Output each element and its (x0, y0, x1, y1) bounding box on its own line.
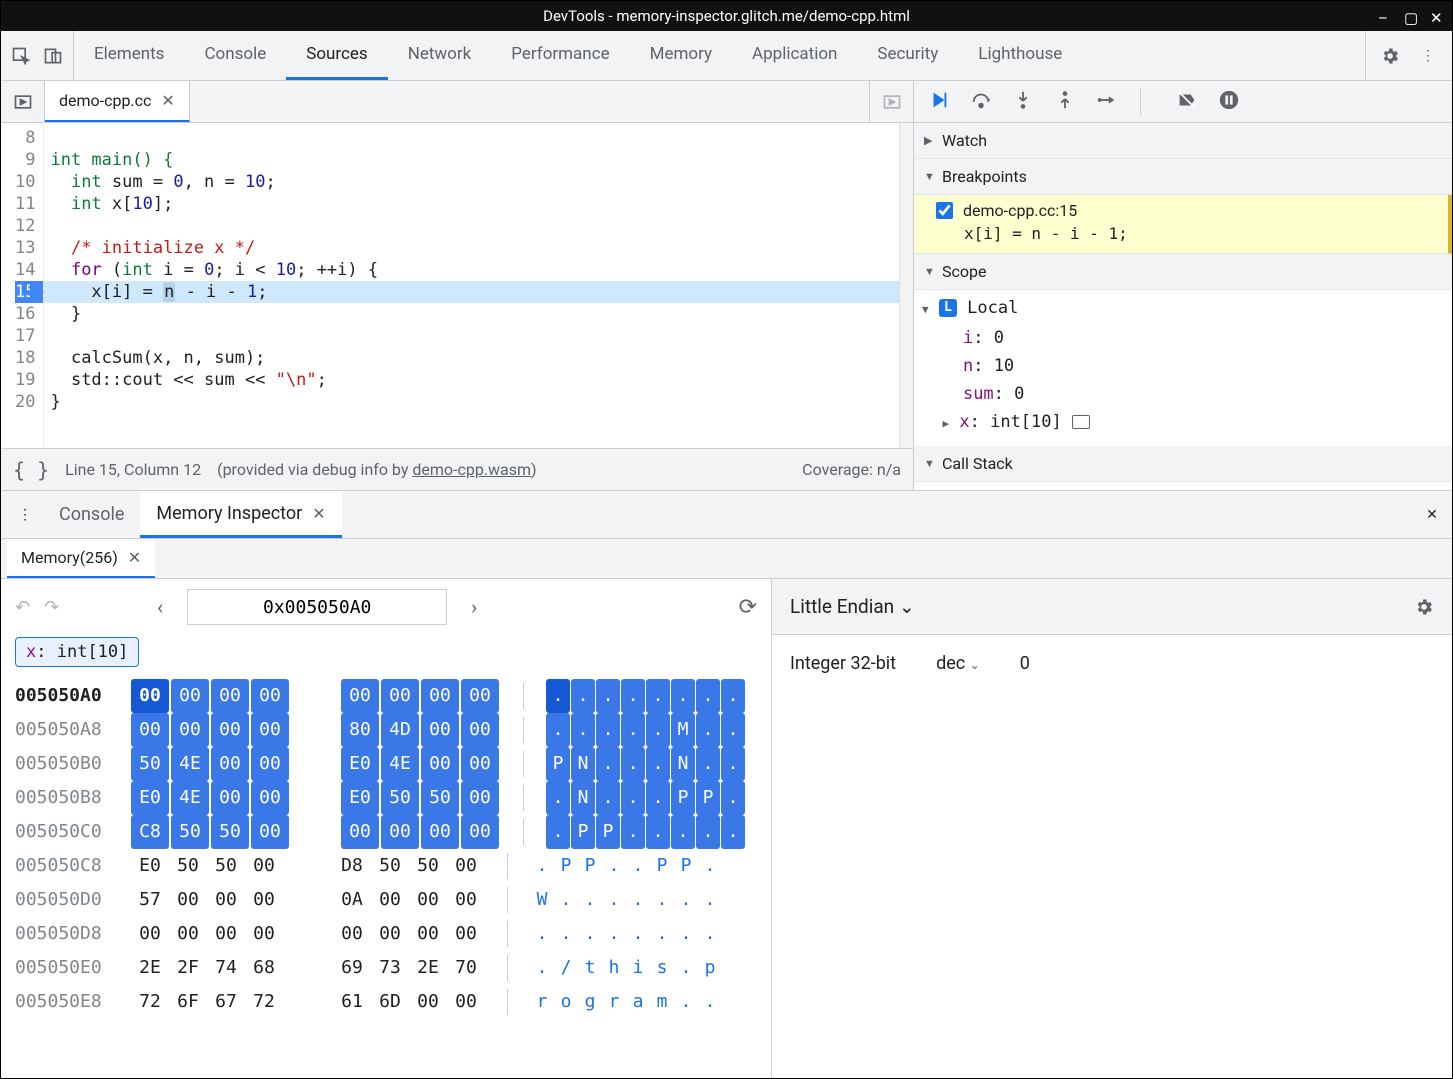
addr-next-icon[interactable]: › (461, 595, 487, 619)
deactivate-breakpoints-icon[interactable] (1176, 89, 1198, 115)
drawer-tab-console[interactable]: Console (43, 491, 140, 538)
panel-tab-console[interactable]: Console (184, 31, 286, 80)
panel-tab-sources[interactable]: Sources (286, 31, 387, 80)
panel-tab-application[interactable]: Application (732, 31, 857, 80)
memory-tabbar: Memory(256) ✕ (1, 539, 1452, 579)
close-tab-icon[interactable]: ✕ (312, 504, 325, 523)
panel-tab-performance[interactable]: Performance (491, 31, 629, 80)
address-input[interactable] (187, 589, 447, 625)
hex-row[interactable]: 005050A800000000804D0000.....M.. (15, 713, 757, 747)
settings-gear-icon[interactable] (1380, 46, 1400, 66)
hex-row[interactable]: 005050C8E0505000D8505000.PP..PP. (15, 849, 757, 883)
interpreted-value: 0 (1020, 653, 1030, 674)
reveal-in-memory-icon[interactable] (1072, 415, 1090, 429)
more-menu-icon[interactable]: ⋮ (1418, 46, 1438, 66)
breakpoint-checkbox[interactable] (936, 202, 953, 219)
step-into-icon[interactable] (1012, 89, 1034, 115)
refresh-icon[interactable]: ⟳ (739, 595, 757, 620)
window-minimize-icon[interactable]: – (1378, 9, 1392, 23)
scope-local: ▼ L Local i: 0 n: 10 sum: 0 ▶ x: int[10] (914, 290, 1452, 446)
section-breakpoints[interactable]: ▼Breakpoints (914, 159, 1452, 195)
file-tab-label: demo-cpp.cc (59, 91, 151, 110)
history-fwd-icon[interactable]: ↷ (44, 597, 59, 618)
panel-tab-memory[interactable]: Memory (630, 31, 732, 80)
run-snippet-icon[interactable] (869, 81, 913, 122)
step-over-icon[interactable] (970, 89, 992, 115)
file-tab-demo-cpp[interactable]: demo-cpp.cc ✕ (45, 81, 190, 122)
source-editor[interactable]: 891011121314151617181920 int main() { in… (1, 123, 913, 448)
window-maximize-icon[interactable]: ▢ (1404, 9, 1418, 23)
value-interpreter-header: Little Endian ⌄ (772, 579, 1452, 635)
inspect-element-icon[interactable] (11, 46, 31, 66)
hex-row[interactable]: 005050C0C850500000000000.PP..... (15, 815, 757, 849)
hex-viewer[interactable]: 005050A00000000000000000........005050A8… (1, 679, 771, 1033)
hex-row[interactable]: 005050A00000000000000000........ (15, 679, 757, 713)
int-type-label: Integer 32-bit (790, 653, 896, 674)
panel-tab-lighthouse[interactable]: Lighthouse (958, 31, 1082, 80)
hex-row[interactable]: 005050D0570000000A000000W....... (15, 883, 757, 917)
addr-prev-icon[interactable]: ‹ (147, 595, 173, 619)
code-content: int main() { int sum = 0, n = 10; int x[… (44, 123, 899, 448)
breakpoint-code: x[i] = n - i - 1; (936, 220, 1438, 243)
device-toolbar-icon[interactable] (43, 46, 63, 66)
navigator-toggle-icon[interactable] (1, 81, 45, 122)
drawer-menu-icon[interactable]: ⋮ (7, 491, 43, 538)
cursor-position: Line 15, Column 12 (65, 460, 201, 479)
panel-tab-elements[interactable]: Elements (74, 31, 184, 80)
section-callstack[interactable]: ▼Call Stack (914, 446, 1452, 482)
coverage-status: Coverage: n/a (802, 460, 901, 479)
drawer-tab-memory-inspector[interactable]: Memory Inspector✕ (140, 491, 341, 538)
pretty-print-icon[interactable]: { } (13, 458, 49, 482)
hex-row[interactable]: 005050E02E2F746869732E70./this.p (15, 951, 757, 985)
wasm-link[interactable]: demo-cpp.wasm (412, 460, 531, 479)
pause-exceptions-icon[interactable] (1218, 89, 1240, 115)
window-title: DevTools - memory-inspector.glitch.me/de… (543, 7, 910, 25)
close-drawer-icon[interactable]: ✕ (1412, 491, 1452, 538)
step-icon[interactable] (1096, 89, 1118, 115)
close-tab-icon[interactable]: ✕ (128, 548, 141, 567)
value-interpreter-row: Integer 32-bit dec ⌄ 0 (772, 635, 1452, 692)
hex-row[interactable]: 005050B8E04E0000E0505000.N...PP. (15, 781, 757, 815)
section-scope[interactable]: ▼Scope (914, 254, 1452, 290)
object-chip[interactable]: x: int[10] (15, 637, 139, 667)
close-tab-icon[interactable]: ✕ (161, 91, 174, 110)
debug-info-source: (provided via debug info by demo-cpp.was… (217, 460, 537, 479)
panel-tab-security[interactable]: Security (857, 31, 958, 80)
section-watch[interactable]: ▶Watch (914, 123, 1452, 159)
editor-statusbar: { } Line 15, Column 12 (provided via deb… (1, 448, 913, 490)
memory-tab[interactable]: Memory(256) ✕ (7, 539, 155, 578)
history-back-icon[interactable]: ↶ (15, 597, 30, 618)
hex-row[interactable]: 005050E8726F6772616D0000rogram.. (15, 985, 757, 1019)
drawer-tabbar: ⋮ Console Memory Inspector✕ ✕ (1, 491, 1452, 539)
breakpoint-label: demo-cpp.cc:15 (963, 201, 1077, 220)
step-out-icon[interactable] (1054, 89, 1076, 115)
window-titlebar: DevTools - memory-inspector.glitch.me/de… (1, 1, 1452, 31)
interpreter-settings-icon[interactable] (1414, 597, 1434, 617)
debugger-toolbar (914, 81, 1452, 123)
devtools-tabbar: ElementsConsoleSourcesNetworkPerformance… (1, 31, 1452, 81)
resume-icon[interactable] (928, 89, 950, 115)
hex-row[interactable]: 005050B0504E0000E04E0000PN...N.. (15, 747, 757, 781)
window-close-icon[interactable]: ✕ (1430, 9, 1444, 23)
panel-tab-network[interactable]: Network (388, 31, 492, 80)
hex-row[interactable]: 005050D80000000000000000........ (15, 917, 757, 951)
breakpoint-item[interactable]: demo-cpp.cc:15 x[i] = n - i - 1; (914, 195, 1452, 254)
format-select[interactable]: dec ⌄ (936, 653, 980, 674)
file-tabbar: demo-cpp.cc ✕ (1, 81, 913, 123)
memory-toolbar: ↶ ↷ ‹ › ⟳ (1, 579, 771, 635)
endianness-select[interactable]: Little Endian ⌄ (790, 595, 915, 618)
